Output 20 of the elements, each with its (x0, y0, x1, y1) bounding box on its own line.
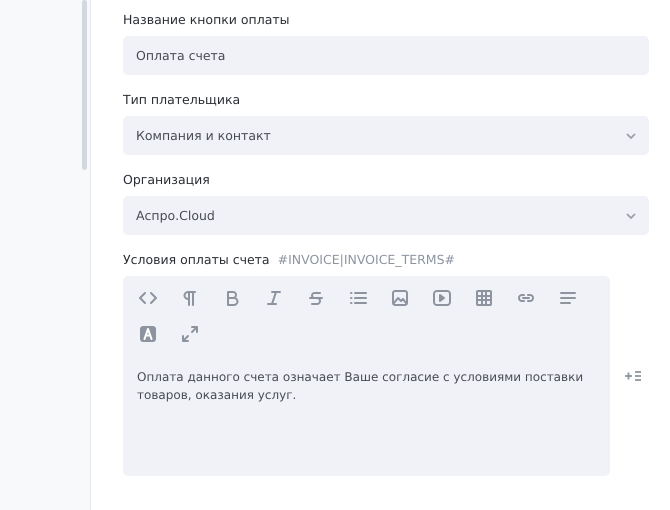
chevron-down-icon (626, 212, 636, 218)
editor-text: Оплата данного счета означает Ваше согласие с условиями поставки товаров, оказания услуг. (137, 369, 584, 404)
template-tag: #INVOICE|INVOICE_TERMS# (278, 252, 455, 267)
italic-icon[interactable] (264, 288, 284, 308)
video-icon[interactable] (432, 288, 452, 308)
expand-icon[interactable] (180, 324, 200, 344)
image-icon[interactable] (390, 288, 410, 308)
field-label: Условия оплаты счета (123, 252, 270, 267)
add-list-icon[interactable] (624, 370, 642, 382)
field-label: Название кнопки оплаты (123, 12, 291, 27)
field-label: Тип плательщика (123, 92, 242, 107)
rich-text-editor[interactable]: Оплата данного счета означает Ваше согласие с условиями поставки товаров, оказания услуг. (123, 276, 610, 476)
input-field[interactable]: Оплата счета (123, 36, 649, 75)
scrollbar-thumb[interactable] (82, 0, 87, 170)
field-label: Организация (123, 172, 211, 187)
chevron-down-icon (626, 132, 636, 138)
font-color-icon[interactable] (138, 324, 158, 344)
select-field[interactable]: Компания и контакт (123, 116, 649, 155)
select-field[interactable]: Аспро.Cloud (123, 196, 649, 235)
table-icon[interactable] (474, 288, 494, 308)
